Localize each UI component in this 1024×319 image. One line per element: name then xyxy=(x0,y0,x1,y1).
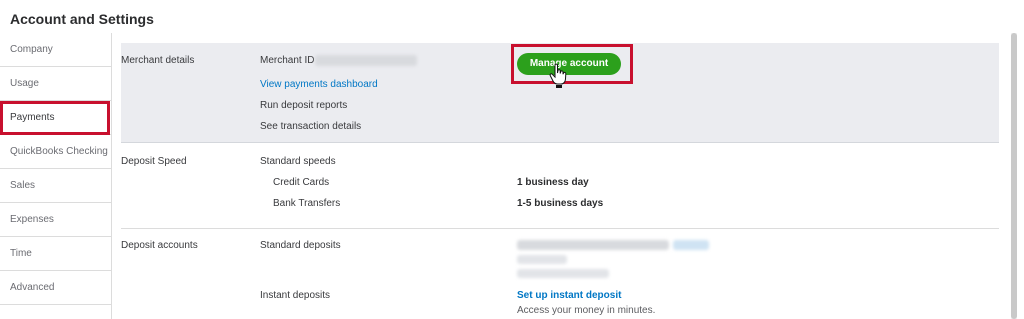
standard-deposit-detail-redacted xyxy=(517,269,609,278)
standard-deposit-account-redacted xyxy=(517,240,669,250)
bank-transfers-speed: 1-5 business days xyxy=(517,198,604,209)
settings-sidebar: Company Usage Payments QuickBooks Checki… xyxy=(0,33,112,319)
see-transaction-details-item[interactable]: See transaction details xyxy=(260,121,361,132)
merchant-id-value-redacted xyxy=(315,55,417,66)
sidebar-item-company[interactable]: Company xyxy=(0,33,111,67)
page-scrollbar[interactable] xyxy=(1011,33,1017,319)
credit-cards-speed: 1 business day xyxy=(517,177,589,188)
bank-transfers-label: Bank Transfers xyxy=(273,198,341,209)
deposit-speed-label: Deposit Speed xyxy=(121,156,187,167)
merchant-details-section: Merchant details Merchant ID View paymen… xyxy=(121,43,999,143)
run-deposit-reports-item[interactable]: Run deposit reports xyxy=(260,100,347,111)
credit-cards-label: Credit Cards xyxy=(273,177,330,188)
scrollbar-thumb[interactable] xyxy=(1011,33,1017,319)
deposit-accounts-label: Deposit accounts xyxy=(121,240,198,251)
sidebar-item-usage[interactable]: Usage xyxy=(0,67,111,101)
sidebar-item-expenses[interactable]: Expenses xyxy=(0,203,111,237)
sidebar-item-advanced[interactable]: Advanced xyxy=(0,271,111,305)
merchant-id-label: Merchant ID xyxy=(260,55,315,66)
sidebar-item-quickbooks-checking[interactable]: QuickBooks Checking xyxy=(0,135,111,169)
change-account-link-redacted[interactable] xyxy=(673,240,709,250)
set-up-instant-deposit-link[interactable]: Set up instant deposit xyxy=(517,290,621,301)
page-title: Account and Settings xyxy=(10,11,154,27)
settings-main: Merchant details Merchant ID View paymen… xyxy=(121,43,999,319)
hand-cursor-icon xyxy=(549,63,567,88)
view-payments-dashboard-link[interactable]: View payments dashboard xyxy=(260,79,378,90)
deposit-accounts-section: Deposit accounts Standard deposits Insta… xyxy=(121,230,999,319)
instant-deposit-note: Access your money in minutes. xyxy=(517,305,656,316)
sidebar-item-payments[interactable]: Payments xyxy=(0,101,111,135)
sidebar-item-time[interactable]: Time xyxy=(0,237,111,271)
manage-account-button[interactable]: Manage account xyxy=(517,53,621,75)
standard-deposits-label: Standard deposits xyxy=(260,240,341,251)
standard-speeds-heading: Standard speeds xyxy=(260,156,336,167)
instant-deposits-label: Instant deposits xyxy=(260,290,331,301)
merchant-details-label: Merchant details xyxy=(121,55,195,66)
sidebar-item-sales[interactable]: Sales xyxy=(0,169,111,203)
deposit-speed-section: Deposit Speed Standard speeds Credit Car… xyxy=(121,144,999,229)
standard-deposit-detail-redacted xyxy=(517,255,567,264)
